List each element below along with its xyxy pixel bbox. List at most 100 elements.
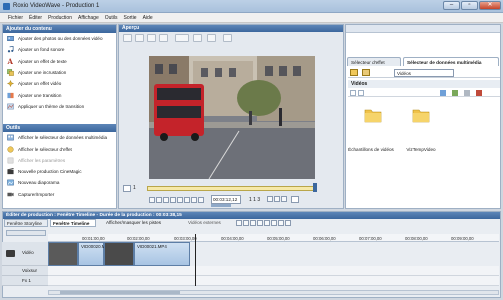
menu-outils[interactable]: Outils — [102, 13, 121, 21]
page-next-button[interactable] — [274, 196, 280, 202]
delete-tool-button[interactable] — [159, 34, 168, 42]
delete-icon[interactable] — [476, 90, 482, 96]
grid-tool-button[interactable] — [207, 34, 216, 42]
select-tool-button[interactable] — [123, 34, 132, 42]
save-frame-button[interactable] — [223, 34, 232, 42]
page-prev-button[interactable] — [267, 196, 273, 202]
ripple-button[interactable] — [250, 220, 256, 226]
marker-button[interactable] — [264, 220, 270, 226]
rewind-button[interactable] — [163, 197, 169, 203]
fullscreen-icon[interactable] — [291, 196, 299, 203]
item-new-slideshow[interactable]: Nouveau diaporama — [3, 177, 116, 188]
item-label: Capturer/Importer — [18, 191, 55, 197]
menu-sortie[interactable]: Sortie — [121, 13, 140, 21]
item-show-settings: Afficher les paramètres — [3, 155, 116, 166]
clip-vid00021[interactable]: VID00021.MP4 — [134, 242, 190, 266]
tab-media-selector[interactable]: Sélecteur de données multimédia — [403, 57, 499, 66]
item-label: Ajouter un effet vidéo — [18, 81, 62, 87]
item-new-cinemagic[interactable]: Nouvelle production CineMagic — [3, 166, 116, 177]
item-show-media-selector[interactable]: Afficher le sélecteur de données multimé… — [3, 132, 116, 143]
snap-button[interactable] — [257, 220, 263, 226]
next-frame-button[interactable] — [191, 197, 197, 203]
align-tool-button[interactable] — [193, 34, 202, 42]
timeline-scroll-thumb[interactable] — [60, 291, 180, 294]
clip-thumbnail[interactable] — [48, 242, 78, 266]
tab-storyline[interactable]: Fenêtre Storyline — [4, 219, 48, 227]
ruler-label: 00:03:00,00 — [174, 236, 197, 241]
menu-editer[interactable]: Éditer — [26, 13, 45, 21]
frame-counter-icon — [123, 185, 131, 192]
section-title-add-content: Ajouter du contenu — [3, 25, 116, 33]
refresh-icon[interactable] — [452, 90, 458, 96]
item-apply-theme[interactable]: Appliquer un thème de transition — [3, 101, 116, 112]
preview-title: Aperçu — [119, 25, 343, 32]
window-title: Roxio VideoWave - Production 1 — [13, 3, 100, 9]
item-add-media[interactable]: Ajouter des photos ou des données vidéo — [3, 33, 116, 44]
play-button[interactable] — [170, 197, 176, 203]
title-bar: Roxio VideoWave - Production 1 – ▫ ✕ — [0, 0, 503, 13]
effect-selector-icon — [7, 145, 14, 153]
view-icon[interactable] — [440, 90, 446, 96]
track-header-fx1[interactable]: Fx 1 — [2, 276, 48, 286]
pointer-tool-button[interactable] — [135, 34, 144, 42]
menu-fichier[interactable]: Fichier — [0, 13, 26, 21]
item-add-overlay[interactable]: Ajouter une incrustation — [3, 67, 116, 78]
split-button[interactable] — [236, 220, 242, 226]
scrubber-handle[interactable] — [313, 183, 317, 192]
preview-scrubber[interactable] — [147, 186, 317, 191]
zoom-controls[interactable] — [6, 230, 46, 236]
forward-icon[interactable] — [358, 90, 364, 96]
item-add-video-effect[interactable]: Ajouter un effet vidéo — [3, 78, 116, 89]
item-label: Nouvelle production CineMagic — [18, 169, 82, 175]
go-start-button[interactable] — [149, 197, 155, 203]
crop-tool-button[interactable] — [147, 34, 156, 42]
folder-up-icon[interactable] — [350, 69, 358, 76]
overlay-icon — [7, 69, 14, 76]
music-icon — [7, 46, 14, 53]
item-add-transition[interactable]: Ajouter une transition — [3, 89, 116, 100]
clip-vid00020[interactable]: VID00020.MP4 — [78, 242, 111, 266]
tab-timeline[interactable]: Fenêtre Timeline — [50, 219, 96, 227]
folder-select[interactable]: Vidéos — [394, 69, 454, 77]
show-hide-tracks[interactable]: Afficher/masquer les pistes — [106, 220, 161, 225]
volume-slider[interactable] — [211, 204, 231, 207]
item-show-effect-selector[interactable]: Afficher le sélecteur d'effet — [3, 143, 116, 154]
sort-icon[interactable] — [464, 90, 470, 96]
maximize-button[interactable]: ▫ — [461, 1, 478, 10]
voiceover-track-lane[interactable] — [48, 266, 499, 276]
minimize-button[interactable]: – — [443, 1, 460, 10]
folder-viztempvideo[interactable] — [406, 107, 436, 125]
item-add-music[interactable]: Ajouter un fond sonore — [3, 44, 116, 55]
trim-button[interactable] — [243, 220, 249, 226]
item-capture-import[interactable]: Capturer/Importer — [3, 189, 116, 200]
media-selector-icon — [7, 134, 14, 141]
video-track-icon — [6, 250, 15, 257]
menu-production[interactable]: Production — [45, 13, 75, 21]
prev-frame-button[interactable] — [156, 197, 162, 203]
media-toolbar: Vidéos — [348, 68, 500, 78]
zoom-in-button[interactable] — [278, 220, 284, 226]
forward-button[interactable] — [184, 197, 190, 203]
zoom-out-button[interactable] — [285, 220, 291, 226]
svg-text:A: A — [7, 58, 13, 65]
cinemagic-icon — [7, 168, 14, 175]
new-folder-icon[interactable] — [362, 69, 370, 76]
go-end-button[interactable] — [198, 197, 204, 203]
fx1-track-lane[interactable] — [48, 276, 499, 286]
menu-affichage[interactable]: Affichage — [75, 13, 102, 21]
tab-effect-selector[interactable]: Sélecteur d'effet — [347, 57, 401, 66]
folder-sample-videos[interactable] — [358, 107, 388, 125]
clip-thumbnail[interactable] — [104, 242, 134, 266]
back-icon[interactable] — [350, 90, 356, 96]
track-header-voiceover[interactable]: Voixsur — [2, 266, 48, 276]
playhead[interactable] — [195, 234, 196, 286]
external-videos[interactable]: Vidéos externes — [188, 220, 221, 225]
close-button[interactable]: ✕ — [479, 1, 501, 10]
media-section-title: Vidéos — [348, 80, 500, 88]
zoom-tool-button[interactable] — [175, 34, 189, 42]
page-end-button[interactable] — [281, 196, 287, 202]
audio-button[interactable] — [271, 220, 277, 226]
item-add-text[interactable]: A Ajouter un effet de texte — [3, 56, 116, 67]
menu-aide[interactable]: Aide — [140, 13, 156, 21]
stop-button[interactable] — [177, 197, 183, 203]
